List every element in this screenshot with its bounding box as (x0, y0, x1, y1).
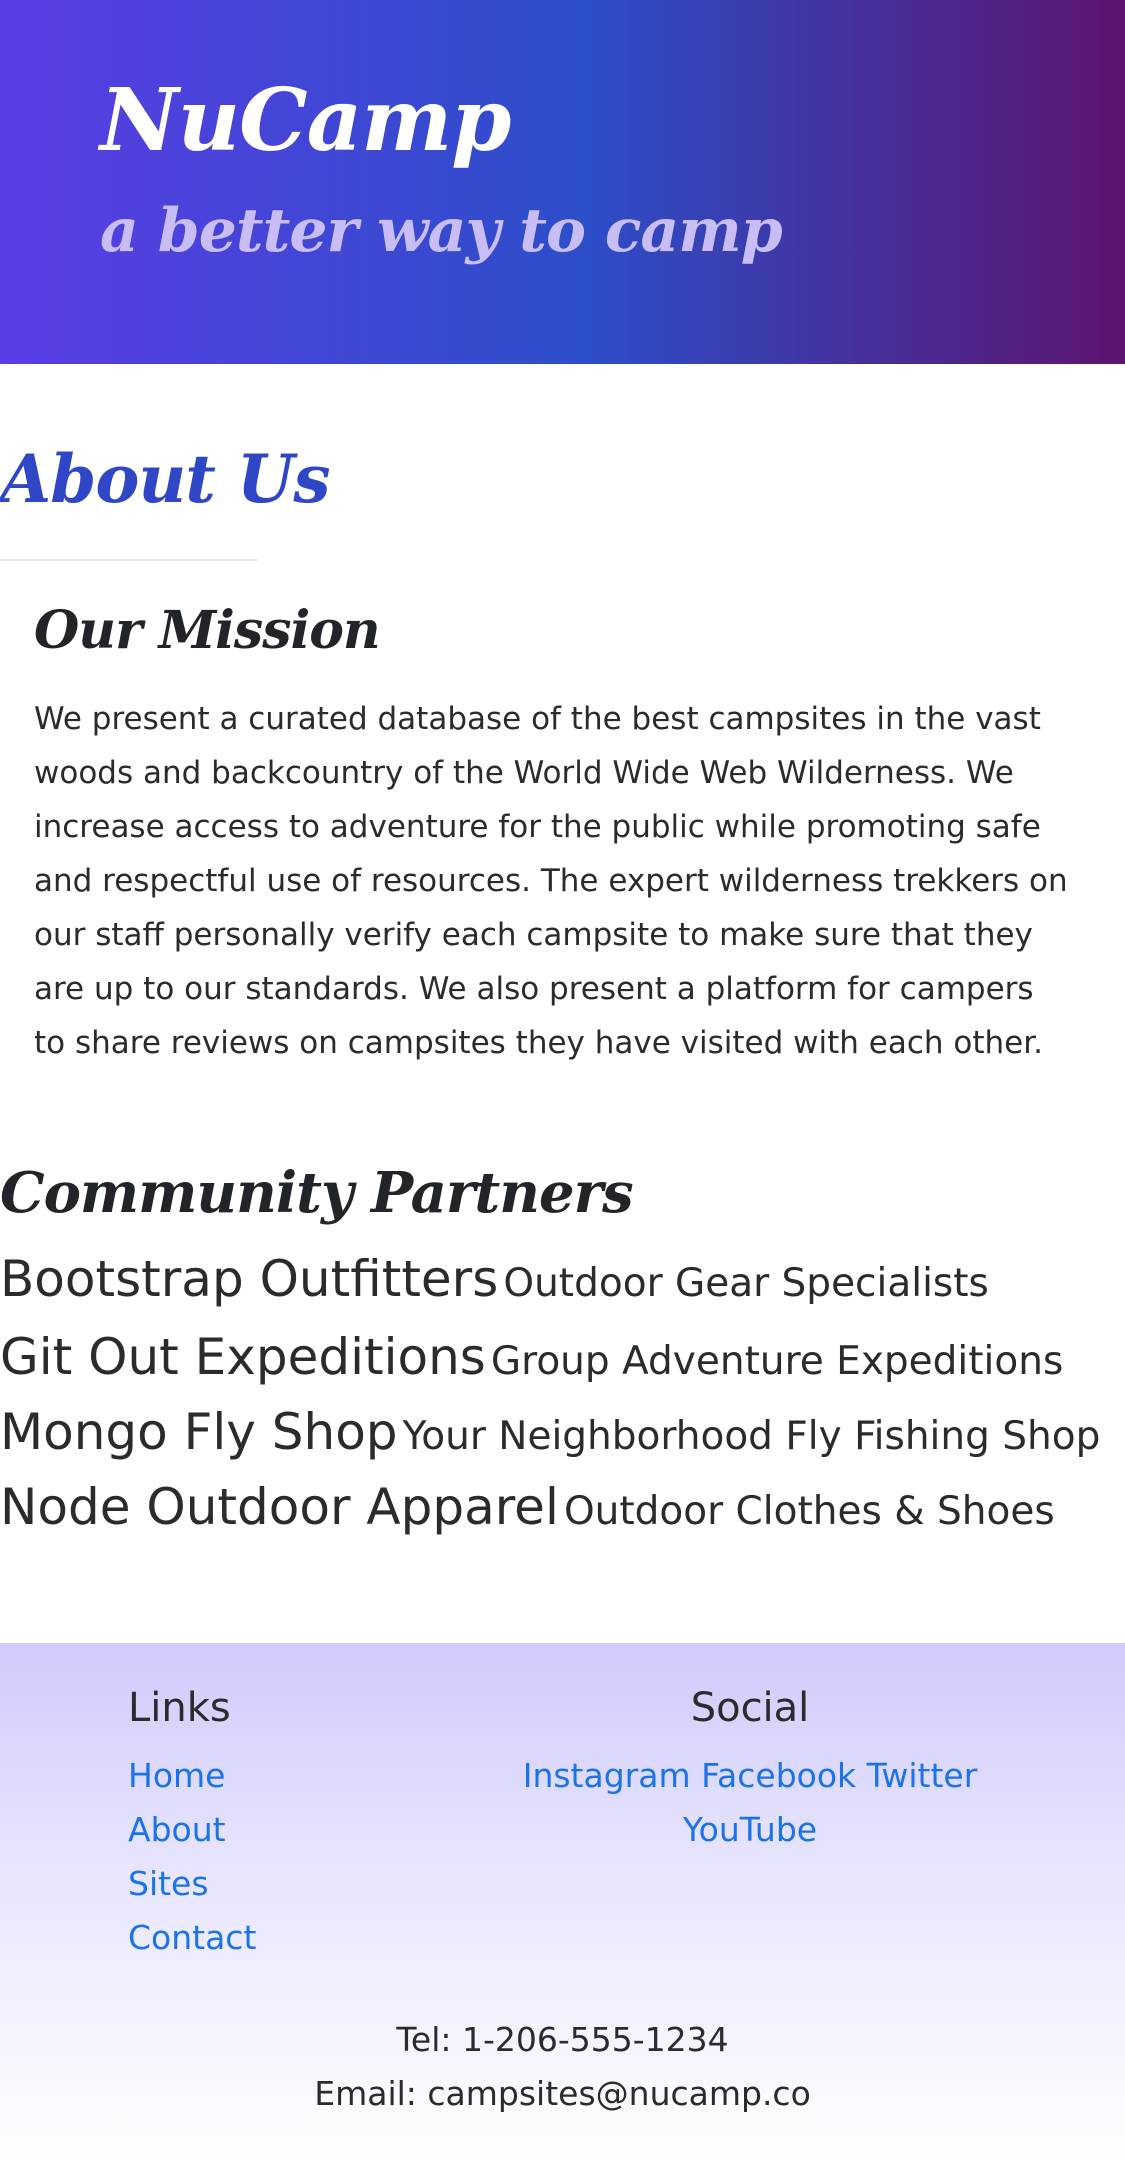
contact-info: Tel: 1-206-555-1234 Email: campsites@nuc… (0, 2013, 1125, 2121)
partner-description: Group Adventure Expeditions (490, 1339, 1064, 1384)
social-link-facebook[interactable]: Facebook (701, 1756, 856, 1795)
social-heading: Social (690, 1685, 810, 1731)
mission-text: We present a curated database of the bes… (34, 701, 1068, 1061)
partners-heading: Community Partners (0, 1160, 634, 1226)
site-footer: Links Home About Sites Contact Social In… (0, 1643, 1125, 2164)
partners-list: Bootstrap Outfitters Outdoor Gear Specia… (0, 1246, 1125, 1552)
footer-link-home[interactable]: Home (128, 1749, 256, 1803)
partner-name: Mongo Fly Shop (0, 1403, 398, 1461)
contact-tel: Tel: 1-206-555-1234 (396, 2020, 729, 2059)
partner-description: Your Neighborhood Fly Fishing Shop (402, 1414, 1101, 1459)
social-link-instagram[interactable]: Instagram (523, 1756, 691, 1795)
footer-links-list: Home About Sites Contact (128, 1749, 256, 1965)
partner-description: Outdoor Gear Specialists (503, 1261, 989, 1306)
partner-item: Bootstrap Outfitters Outdoor Gear Specia… (0, 1246, 1125, 1324)
footer-links-column: Links Home About Sites Contact (128, 1685, 256, 1965)
title-divider (0, 559, 258, 561)
page-title: About Us (0, 440, 331, 518)
social-link-twitter[interactable]: Twitter (867, 1756, 978, 1795)
partner-name: Bootstrap Outfitters (0, 1250, 499, 1308)
social-links: Instagram Facebook Twitter YouTube (500, 1749, 1000, 1857)
footer-social-column: Social Instagram Facebook Twitter YouTub… (500, 1685, 1000, 1857)
contact-email: Email: campsites@nucamp.co (314, 2074, 811, 2113)
footer-link-contact[interactable]: Contact (128, 1911, 256, 1965)
partner-item: Git Out Expeditions Group Adventure Expe… (0, 1324, 1125, 1402)
partner-name: Node Outdoor Apparel (0, 1478, 559, 1536)
site-header: NuCamp a better way to camp (0, 0, 1125, 364)
footer-link-about[interactable]: About (128, 1803, 256, 1857)
social-link-youtube[interactable]: YouTube (683, 1810, 817, 1849)
mission-heading: Our Mission (34, 600, 381, 661)
links-heading: Links (128, 1685, 231, 1731)
tagline: a better way to camp (100, 196, 783, 266)
brand-logo-text[interactable]: NuCamp (100, 70, 511, 171)
partner-item: Mongo Fly Shop Your Neighborhood Fly Fis… (0, 1402, 1125, 1474)
partner-name: Git Out Expeditions (0, 1328, 486, 1386)
footer-link-sites[interactable]: Sites (128, 1857, 256, 1911)
partner-item: Node Outdoor Apparel Outdoor Clothes & S… (0, 1474, 1125, 1552)
partner-description: Outdoor Clothes & Shoes (563, 1489, 1055, 1534)
